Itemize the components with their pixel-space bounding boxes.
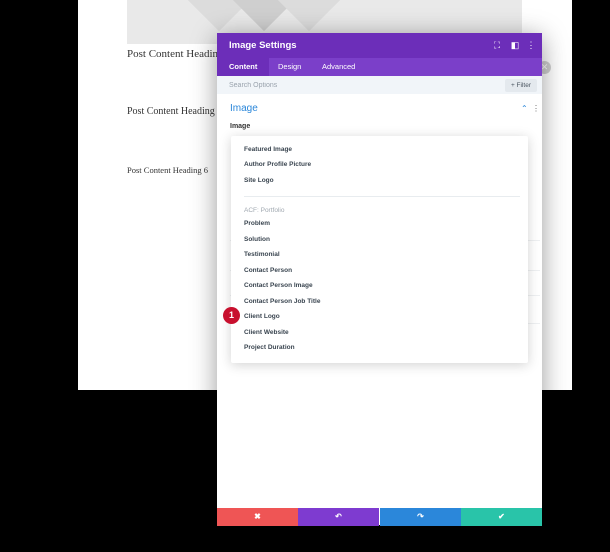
save-button[interactable]: ✔ — [461, 508, 542, 526]
step-marker: 1 — [223, 307, 240, 324]
option-contact-person[interactable]: Contact Person — [244, 267, 292, 274]
dropdown-divider — [244, 196, 520, 197]
option-project-duration[interactable]: Project Duration — [244, 344, 295, 351]
hero-shape — [277, 0, 341, 32]
redo-button[interactable]: ↷ — [380, 508, 461, 526]
close-icon: ✖ — [254, 512, 261, 521]
chevron-up-icon[interactable]: ⌃ — [521, 104, 528, 113]
fullscreen-icon[interactable]: ⛶ — [491, 39, 503, 51]
split-view-icon[interactable]: ◧ — [509, 39, 521, 51]
search-row: + Filter — [217, 76, 542, 94]
undo-icon: ↶ — [335, 512, 342, 521]
redo-icon: ↷ — [417, 512, 424, 521]
dynamic-content-dropdown: Featured Image Author Profile Picture Si… — [231, 136, 528, 363]
tab-content[interactable]: Content — [217, 58, 270, 76]
modal-title: Image Settings — [229, 40, 297, 51]
option-testimonial[interactable]: Testimonial — [244, 251, 280, 258]
option-author-profile-picture[interactable]: Author Profile Picture — [244, 161, 311, 168]
filter-button[interactable]: + Filter — [504, 79, 537, 92]
modal-tabs: Content Design Advanced — [217, 58, 542, 76]
option-featured-image[interactable]: Featured Image — [244, 146, 292, 153]
section-more-icon[interactable]: ⋮ — [532, 104, 540, 113]
search-options-input[interactable] — [229, 79, 429, 91]
option-problem[interactable]: Problem — [244, 220, 270, 227]
more-options-icon[interactable]: ⋮ — [525, 39, 537, 51]
option-client-logo[interactable]: Client Logo — [244, 313, 280, 320]
image-field-label: Image — [230, 123, 251, 130]
option-solution[interactable]: Solution — [244, 236, 270, 243]
option-contact-person-job-title[interactable]: Contact Person Job Title — [244, 298, 320, 305]
tab-design[interactable]: Design — [266, 58, 313, 76]
group-label-acf-portfolio: ACF: Portfolio — [244, 207, 285, 214]
option-contact-person-image[interactable]: Contact Person Image — [244, 282, 313, 289]
option-client-website[interactable]: Client Website — [244, 329, 289, 336]
modal-header: Image Settings ⛶ ◧ ⋮ — [217, 33, 542, 58]
tab-advanced[interactable]: Advanced — [310, 58, 367, 76]
cancel-button[interactable]: ✖ — [217, 508, 298, 526]
post-heading-6: Post Content Heading 6 — [127, 165, 208, 175]
post-heading-5: Post Content Heading 5 — [127, 106, 223, 117]
undo-button[interactable]: ↶ — [298, 508, 379, 526]
option-site-logo[interactable]: Site Logo — [244, 177, 274, 184]
section-title-image[interactable]: Image — [230, 103, 258, 114]
check-icon: ✔ — [498, 512, 505, 521]
